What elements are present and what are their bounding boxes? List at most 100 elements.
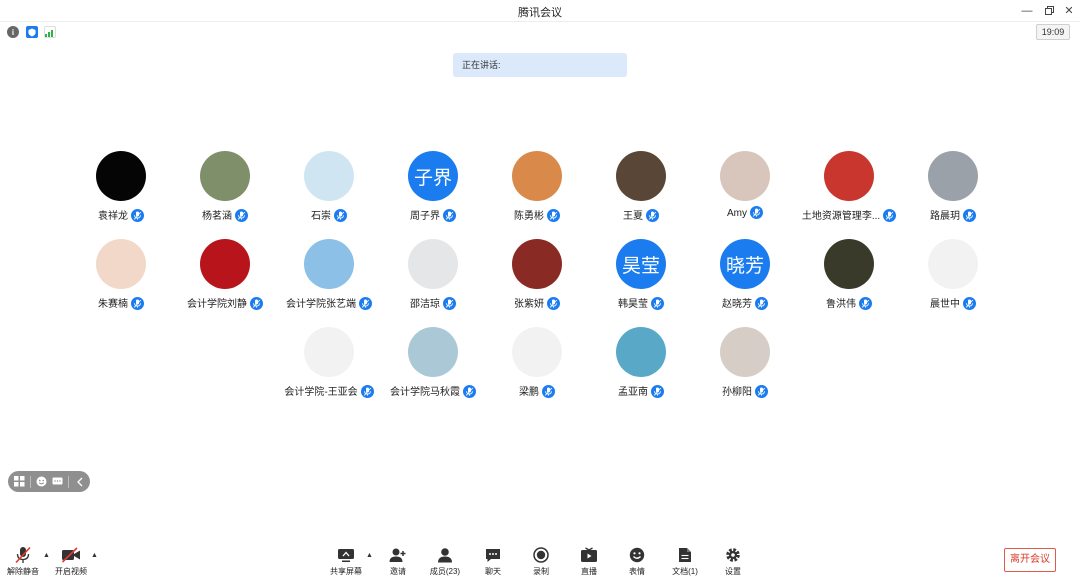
mic-icon — [651, 296, 664, 310]
avatar — [616, 151, 666, 201]
avatar — [304, 239, 354, 289]
participant-name: 会计学院张艺端 — [286, 299, 356, 310]
unmute-button[interactable]: 解除静音 — [0, 546, 46, 578]
participant-tile[interactable]: 张紫妍 — [482, 239, 592, 319]
participant-tile[interactable]: 路晨玥 — [898, 151, 1008, 231]
avatar — [720, 327, 770, 377]
avatar — [408, 327, 458, 377]
participant-tile[interactable]: 会计学院张艺端 — [274, 239, 384, 319]
camera-off-icon — [61, 547, 80, 563]
participant-name-row: 路晨玥 — [898, 207, 1008, 223]
participant-tile[interactable]: 会计学院马秋霞 — [378, 327, 488, 407]
participant-tile[interactable]: 会计学院刘静 — [170, 239, 280, 319]
share-screen-button[interactable]: 共享屏幕 — [323, 546, 369, 578]
mic-icon — [963, 296, 976, 310]
participant-tile[interactable]: 晓芳 赵晓芳 — [690, 239, 800, 319]
participant-tile[interactable]: 袁祥龙 — [66, 151, 176, 231]
avatar: 晓芳 — [720, 239, 770, 289]
participant-name-row: 张紫妍 — [482, 295, 592, 311]
video-options-caret-icon[interactable]: ▲ — [91, 552, 99, 559]
reactions-button[interactable]: 表情 — [614, 546, 660, 578]
members-button[interactable]: 成员(23) — [422, 546, 468, 578]
chat-button[interactable]: 聊天 — [470, 546, 516, 578]
avatar — [824, 151, 874, 201]
participant-tile[interactable]: 子界 周子界 — [378, 151, 488, 231]
chat-bubble-icon[interactable] — [52, 475, 65, 488]
leave-meeting-button[interactable]: 离开会议 — [1004, 548, 1056, 572]
participant-tile[interactable]: 孟亚南 — [586, 327, 696, 407]
title-bar: 腾讯会议 — ✕ — [0, 0, 1080, 22]
participant-name: 土地资源管理李... — [801, 211, 881, 222]
settings-button[interactable]: 设置 — [710, 546, 756, 578]
avatar — [200, 151, 250, 201]
window-title: 腾讯会议 — [518, 7, 562, 19]
participant-tile[interactable]: 鲁洪伟 — [794, 239, 904, 319]
meeting-info-icon[interactable]: i — [7, 26, 19, 38]
invite-button[interactable]: 邀请 — [375, 546, 421, 578]
record-button[interactable]: 录制 — [518, 546, 564, 578]
participant-name-row: 韩昊莹 — [586, 295, 696, 311]
participant-name: 杨茗涵 — [202, 211, 232, 222]
record-icon — [533, 547, 549, 563]
participant-tile[interactable]: 昊莹 韩昊莹 — [586, 239, 696, 319]
participant-tile[interactable]: 梁鹏 — [482, 327, 592, 407]
participant-name: 朱赛楠 — [98, 299, 128, 310]
meeting-clock: 19:09 — [1036, 24, 1070, 40]
chat-label: 聊天 — [485, 567, 501, 576]
participant-tile[interactable]: 会计学院-王亚会 — [274, 327, 384, 407]
avatar-initials: 晓芳 — [725, 254, 764, 277]
participant-name: 张紫妍 — [514, 299, 544, 310]
participant-tile[interactable]: 陈勇彬 — [482, 151, 592, 231]
participant-tile[interactable]: 石崇 — [274, 151, 384, 231]
mic-icon — [755, 296, 768, 310]
mic-icon — [542, 384, 555, 398]
start-video-label: 开启视频 — [55, 567, 87, 576]
close-button[interactable]: ✕ — [1061, 3, 1077, 19]
emoji-icon[interactable] — [35, 475, 48, 488]
participant-name-row: 孙柳阳 — [690, 383, 800, 399]
signal-icon[interactable] — [44, 26, 56, 38]
start-video-button[interactable]: 开启视频 — [48, 546, 94, 578]
participant-name-row: 杨茗涵 — [170, 207, 280, 223]
share-options-caret-icon[interactable]: ▲ — [366, 552, 374, 559]
participant-tile[interactable]: 邵洁琼 — [378, 239, 488, 319]
settings-label: 设置 — [725, 567, 741, 576]
avatar — [824, 239, 874, 289]
participant-tile[interactable]: Amy — [690, 151, 800, 231]
participant-tile[interactable]: 孙柳阳 — [690, 327, 800, 407]
avatar-initials: 子界 — [413, 166, 452, 189]
live-button[interactable]: 直播 — [566, 546, 612, 578]
mic-icon — [235, 208, 248, 222]
participant-name-row: Amy — [690, 206, 800, 220]
shield-icon[interactable] — [26, 26, 38, 38]
participant-name-row: 晨世中 — [898, 295, 1008, 311]
docs-button[interactable]: 文档(1) — [662, 546, 708, 578]
smile-icon — [629, 547, 645, 563]
participant-name-row: 土地资源管理李... — [794, 207, 904, 223]
grid-view-icon[interactable] — [13, 475, 26, 488]
live-stream-icon — [581, 547, 597, 562]
mic-icon — [859, 296, 872, 310]
chat-icon — [486, 549, 500, 562]
avatar — [200, 239, 250, 289]
restore-button[interactable] — [1041, 3, 1057, 19]
participant-name: 韩昊莹 — [618, 299, 648, 310]
participant-name-row: 周子界 — [378, 207, 488, 223]
participant-tile[interactable]: 朱赛楠 — [66, 239, 176, 319]
participant-name: 路晨玥 — [930, 211, 960, 222]
mic-icon — [547, 208, 560, 222]
share-screen-icon — [338, 548, 354, 562]
avatar: 子界 — [408, 151, 458, 201]
collapse-chevron-icon[interactable] — [73, 475, 86, 488]
participant-tile[interactable]: 王夏 — [586, 151, 696, 231]
minimize-button[interactable]: — — [1019, 3, 1035, 19]
participant-tile[interactable]: 杨茗涵 — [170, 151, 280, 231]
participant-tile[interactable]: 晨世中 — [898, 239, 1008, 319]
avatar: 昊莹 — [616, 239, 666, 289]
info-row: i 19:09 — [0, 22, 1080, 42]
participant-name-row: 会计学院马秋霞 — [378, 383, 488, 399]
participant-tile[interactable]: 土地资源管理李... — [794, 151, 904, 231]
participant-name-row: 梁鹏 — [482, 383, 592, 399]
avatar — [928, 151, 978, 201]
avatar — [512, 327, 562, 377]
